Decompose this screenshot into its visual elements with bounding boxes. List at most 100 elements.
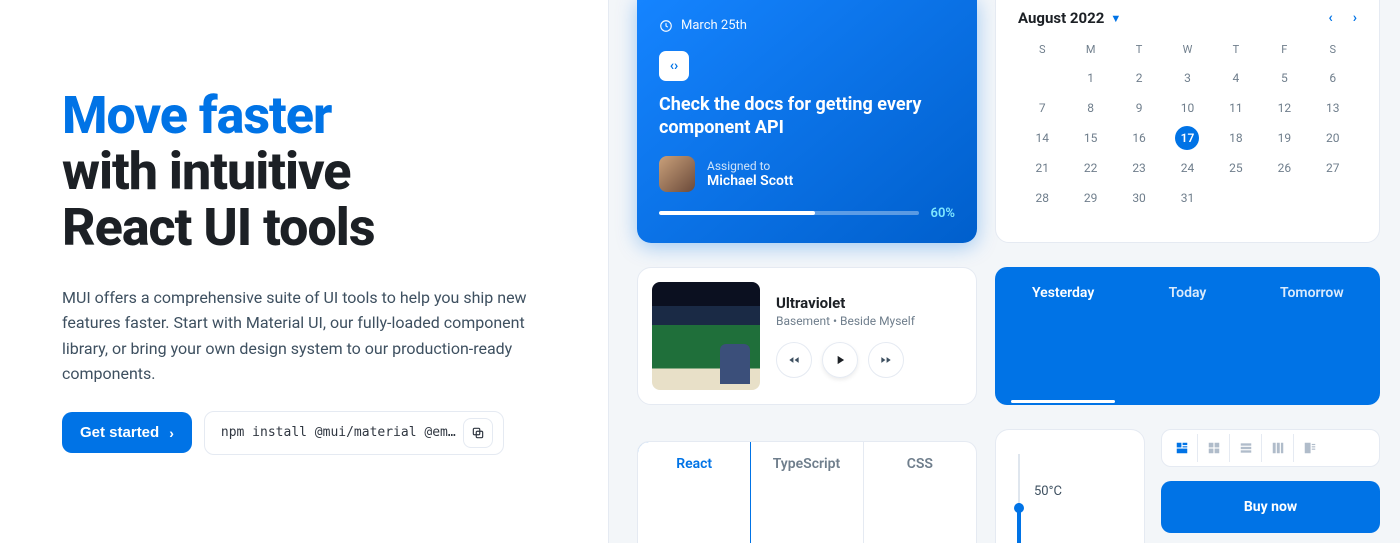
install-command-text: npm install @mui/material @emotion… (221, 425, 463, 440)
tab-today[interactable]: Today (1125, 273, 1249, 399)
copy-button[interactable] (463, 418, 493, 448)
calendar-day[interactable]: 8 (1066, 95, 1114, 121)
calendar: August 2022 ▼ ‹ › SMTWTFS123456789101112… (995, 0, 1380, 243)
task-card: March 25th ‹› Check the docs for getting… (637, 0, 977, 243)
lang-tab-react[interactable]: React (637, 441, 751, 543)
calendar-day[interactable]: 2 (1115, 65, 1163, 91)
calendar-day[interactable]: 17 (1175, 126, 1199, 150)
columns-icon (1271, 441, 1285, 455)
grid-dense-icon (1175, 441, 1189, 455)
play-button[interactable] (822, 342, 858, 378)
calendar-dow: F (1260, 37, 1308, 61)
calendar-day[interactable]: 10 (1163, 95, 1211, 121)
calendar-day (1212, 185, 1260, 211)
tab-tomorrow[interactable]: Tomorrow (1250, 273, 1374, 399)
calendar-day[interactable]: 22 (1066, 155, 1114, 181)
calendar-day[interactable]: 31 (1163, 185, 1211, 211)
task-date-text: March 25th (681, 18, 747, 33)
calendar-month-picker[interactable]: August 2022 ▼ (1018, 9, 1121, 27)
slider-handle-high[interactable] (1014, 503, 1024, 513)
fast-forward-icon (879, 353, 893, 367)
grid-dense-view-toggle[interactable] (1166, 434, 1198, 462)
buy-now-primary-button[interactable]: Buy now (1161, 481, 1380, 533)
clock-icon (659, 19, 673, 33)
task-title: Check the docs for getting every compone… (659, 93, 955, 140)
calendar-day[interactable]: 12 (1260, 95, 1308, 121)
calendar-day[interactable]: 15 (1066, 125, 1114, 151)
avatar (659, 156, 695, 192)
calendar-day[interactable]: 25 (1212, 155, 1260, 181)
rewind-icon (787, 353, 801, 367)
calendar-day[interactable]: 28 (1018, 185, 1066, 211)
calendar-day[interactable]: 5 (1260, 65, 1308, 91)
get-started-button[interactable]: Get started › (62, 412, 192, 453)
calendar-dow: T (1115, 37, 1163, 61)
calendar-day[interactable]: 6 (1309, 65, 1357, 91)
calendar-day[interactable]: 18 (1212, 125, 1260, 151)
track-artist: Basement (776, 314, 830, 328)
list-icon (1239, 441, 1253, 455)
page-title: Move faster with intuitive React UI tool… (62, 88, 608, 256)
calendar-day[interactable]: 19 (1260, 125, 1308, 151)
calendar-day[interactable]: 1 (1066, 65, 1114, 91)
hero-subtitle: MUI offers a comprehensive suite of UI t… (62, 285, 542, 387)
chevron-right-icon: › (169, 425, 174, 441)
calendar-day[interactable]: 29 (1066, 185, 1114, 211)
calendar-dow: T (1212, 37, 1260, 61)
calendar-day[interactable]: 20 (1309, 125, 1357, 151)
title-accent: Move faster (62, 85, 331, 146)
next-button[interactable] (868, 342, 904, 378)
progress-percent: 60% (931, 206, 955, 221)
grid-view-toggle[interactable] (1198, 434, 1230, 462)
calendar-day[interactable]: 21 (1018, 155, 1066, 181)
calendar-day[interactable]: 30 (1115, 185, 1163, 211)
install-command-box[interactable]: npm install @mui/material @emotion… (204, 411, 504, 455)
task-date: March 25th (659, 18, 955, 33)
code-icon: ‹› (659, 51, 689, 81)
calendar-dow: S (1309, 37, 1357, 61)
calendar-day[interactable]: 3 (1163, 65, 1211, 91)
calendar-day[interactable]: 13 (1309, 95, 1357, 121)
calendar-day[interactable]: 11 (1212, 95, 1260, 121)
day-tabs: YesterdayTodayTomorrow (995, 267, 1380, 405)
calendar-day[interactable]: 16 (1115, 125, 1163, 151)
slider-high-label: 50°C (1034, 484, 1062, 499)
reader-view-toggle[interactable] (1294, 434, 1326, 462)
calendar-day[interactable]: 7 (1018, 95, 1066, 121)
assignee-name: Michael Scott (707, 173, 793, 189)
title-line-3: React UI tools (62, 197, 375, 258)
title-line-2: with intuitive (62, 141, 351, 202)
calendar-month-label: August 2022 (1018, 9, 1104, 27)
progress-bar (659, 211, 919, 215)
reader-icon (1303, 441, 1317, 455)
calendar-dow: W (1163, 37, 1211, 61)
temperature-slider-card: 50°C 25°C (995, 429, 1145, 543)
columns-view-toggle[interactable] (1262, 434, 1294, 462)
calendar-day[interactable]: 14 (1018, 125, 1066, 151)
calendar-day[interactable]: 26 (1260, 155, 1308, 181)
lang-tab-css[interactable]: CSS (864, 442, 976, 543)
copy-icon (471, 426, 485, 440)
dropdown-icon: ▼ (1110, 12, 1121, 25)
previous-button[interactable] (776, 342, 812, 378)
calendar-prev-button[interactable]: ‹ (1328, 10, 1332, 26)
tab-yesterday[interactable]: Yesterday (1001, 273, 1125, 399)
album-art (652, 282, 760, 390)
view-toggle-group (1161, 429, 1380, 467)
calendar-next-button[interactable]: › (1353, 10, 1357, 26)
calendar-day[interactable]: 4 (1212, 65, 1260, 91)
calendar-day (1260, 185, 1308, 211)
calendar-day (1309, 185, 1357, 211)
track-title: Ultraviolet (776, 294, 962, 312)
calendar-day[interactable]: 24 (1163, 155, 1211, 181)
slider-track[interactable] (1018, 454, 1020, 543)
track-separator: • (830, 314, 840, 328)
calendar-day[interactable]: 27 (1309, 155, 1357, 181)
list-view-toggle[interactable] (1230, 434, 1262, 462)
calendar-day (1018, 65, 1066, 91)
calendar-day[interactable]: 9 (1115, 95, 1163, 121)
calendar-day[interactable]: 23 (1115, 155, 1163, 181)
assigned-to-label: Assigned to (707, 159, 793, 173)
lang-tab-typescript[interactable]: TypeScript (750, 442, 863, 543)
track-album: Beside Myself (840, 314, 915, 328)
